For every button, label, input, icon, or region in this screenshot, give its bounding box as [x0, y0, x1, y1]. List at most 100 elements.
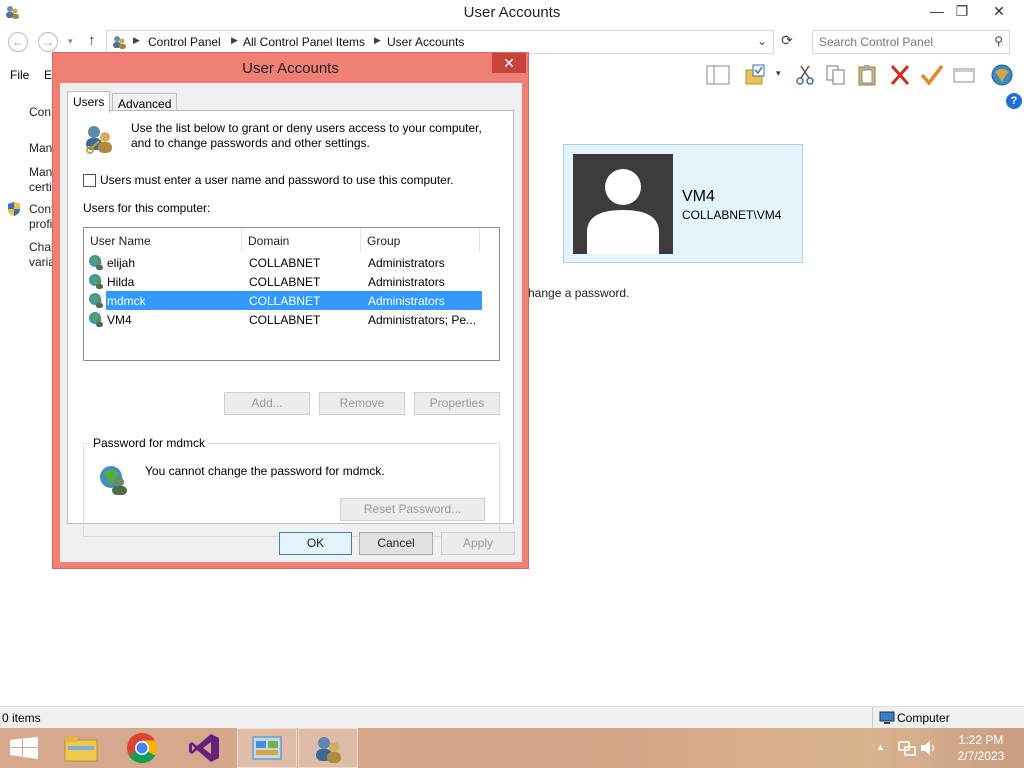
user-accounts-taskbar-button[interactable] — [298, 728, 358, 768]
add-user-button[interactable]: Add... — [224, 392, 310, 415]
column-group[interactable]: Group — [361, 228, 480, 252]
group-cell: Administrators; Pe... — [368, 313, 477, 327]
cancel-button[interactable]: Cancel — [359, 532, 433, 555]
user-silhouette-icon — [587, 169, 659, 254]
password-message: You cannot change the password for mdmck… — [145, 464, 385, 478]
file-explorer-button[interactable] — [52, 728, 112, 768]
intro-line-1: Use the list below to grant or deny user… — [131, 121, 482, 135]
control-panel-taskbar-button[interactable] — [237, 728, 297, 768]
visual-studio-icon — [189, 734, 219, 762]
breadcrumb-control-panel[interactable]: Control Panel — [148, 35, 221, 49]
show-hidden-icons-icon[interactable]: ▲ — [876, 742, 885, 752]
bg-link-1[interactable]: Con — [29, 105, 51, 119]
breadcrumb-user-accounts[interactable]: User Accounts — [387, 35, 464, 49]
must-login-checkbox[interactable] — [83, 174, 96, 187]
column-domain[interactable]: Domain — [242, 228, 361, 252]
menu-file[interactable]: File — [10, 68, 29, 82]
table-row[interactable]: VM4 COLLABNET Administrators; Pe... — [88, 310, 482, 329]
folder-options-icon[interactable] — [744, 64, 768, 86]
address-bar[interactable]: ▶ Control Panel ▶ All Control Panel Item… — [106, 30, 774, 54]
table-row[interactable]: Hilda COLLABNET Administrators — [88, 272, 482, 291]
breadcrumb-separator-icon: ▶ — [133, 35, 140, 45]
group-cell: Administrators — [368, 256, 445, 270]
restore-button[interactable]: ❐ — [947, 0, 977, 22]
users-list[interactable]: User Name Domain Group elijah COLLABNET … — [83, 227, 500, 361]
group-cell: Administrators — [368, 275, 445, 289]
user-accounts-icon — [316, 737, 341, 763]
chrome-button[interactable] — [112, 728, 172, 768]
computer-zone: Computer — [872, 707, 950, 729]
apply-button[interactable]: Apply — [441, 532, 515, 555]
reset-password-button[interactable]: Reset Password... — [340, 498, 485, 521]
delete-icon[interactable] — [888, 64, 912, 86]
domain-user-icon — [100, 466, 127, 495]
visual-studio-button[interactable] — [174, 728, 234, 768]
current-user-name: VM4 — [682, 188, 715, 205]
must-login-label[interactable]: Users must enter a user name and passwor… — [100, 173, 454, 187]
shield-icon — [8, 202, 20, 216]
ok-button[interactable]: OK — [279, 532, 352, 555]
users-list-label: Users for this computer: — [83, 201, 211, 215]
dialog-body: Users Advanced Use the list below to gra… — [60, 83, 522, 562]
windows-logo-icon — [10, 737, 38, 759]
remove-user-button[interactable]: Remove — [319, 392, 405, 415]
properties-button[interactable]: Properties — [414, 392, 500, 415]
checkmark-icon[interactable] — [920, 64, 944, 86]
up-arrow-icon[interactable]: ↑ — [88, 32, 96, 49]
domain-cell: COLLABNET — [249, 294, 321, 308]
bg-link-4b[interactable]: profi — [29, 217, 52, 231]
user-name-cell: VM4 — [107, 313, 132, 327]
intro-text: Use the list below to grant or deny user… — [131, 121, 482, 151]
paste-icon[interactable] — [856, 64, 880, 86]
clock-time: 1:22 PM — [958, 733, 1004, 747]
computer-icon — [879, 711, 895, 724]
user-name-cell: mdmck — [107, 294, 146, 308]
refresh-icon[interactable]: ⟳ — [776, 32, 798, 52]
network-icon[interactable] — [898, 740, 916, 756]
domain-cell: COLLABNET — [249, 256, 321, 270]
bg-link-4[interactable]: Cont — [29, 202, 54, 216]
dialog-close-button[interactable]: ✕ — [492, 53, 526, 73]
bg-link-2[interactable]: Man — [29, 141, 52, 155]
table-row[interactable]: elijah COLLABNET Administrators — [88, 253, 482, 272]
control-panel-icon — [252, 736, 282, 760]
control-panel-icon — [113, 36, 126, 49]
layout-icon[interactable] — [706, 64, 730, 86]
back-button[interactable]: ← — [8, 32, 28, 52]
breadcrumb-all-items[interactable]: All Control Panel Items — [243, 35, 365, 49]
dialog-title: User Accounts — [242, 60, 339, 77]
recent-dropdown-icon[interactable]: ▾ — [68, 36, 73, 47]
current-user-domain: COLLABNET\VM4 — [682, 208, 782, 222]
copy-icon[interactable] — [824, 64, 848, 86]
search-icon[interactable]: ⚲ — [994, 34, 1003, 48]
bg-link-3b[interactable]: certi — [29, 180, 52, 194]
menu-edit[interactable]: E — [44, 68, 52, 82]
globe-icon[interactable] — [990, 64, 1014, 86]
search-box[interactable]: ⚲ — [812, 30, 1010, 54]
options-dropdown-icon[interactable]: ▾ — [776, 68, 781, 79]
folder-icon — [64, 737, 98, 762]
current-user-card: VM4 COLLABNET\VM4 — [563, 144, 803, 263]
start-button[interactable] — [0, 728, 60, 768]
cut-icon[interactable] — [794, 64, 818, 86]
domain-user-icon — [89, 312, 103, 327]
domain-user-icon — [89, 255, 103, 270]
volume-icon[interactable] — [920, 740, 938, 756]
search-input[interactable] — [819, 32, 989, 52]
user-name-cell: elijah — [107, 256, 136, 270]
clock[interactable]: 1:22 PM 2/7/2023 — [950, 732, 1012, 764]
status-bar: 0 items Computer — [0, 706, 1024, 729]
main-titlebar: User Accounts — ❐ ✕ — [0, 0, 1024, 26]
forward-button[interactable]: → — [38, 32, 58, 52]
address-dropdown-icon[interactable]: ⌄ — [757, 34, 767, 48]
column-user-name[interactable]: User Name — [84, 228, 242, 252]
close-window-button[interactable]: ✕ — [984, 0, 1014, 22]
help-icon[interactable]: ? — [1006, 93, 1022, 109]
change-password-link[interactable]: hange a password. — [528, 286, 629, 300]
breadcrumb-separator-icon: ▶ — [231, 35, 238, 45]
bg-link-3[interactable]: Man — [29, 165, 52, 179]
user-accounts-dialog: User Accounts ✕ Users Advanced Use the l… — [52, 52, 529, 569]
properties-icon[interactable] — [952, 64, 976, 86]
tab-users[interactable]: Users — [67, 91, 111, 113]
table-row-selected[interactable]: mdmck COLLABNET Administrators — [88, 291, 482, 310]
